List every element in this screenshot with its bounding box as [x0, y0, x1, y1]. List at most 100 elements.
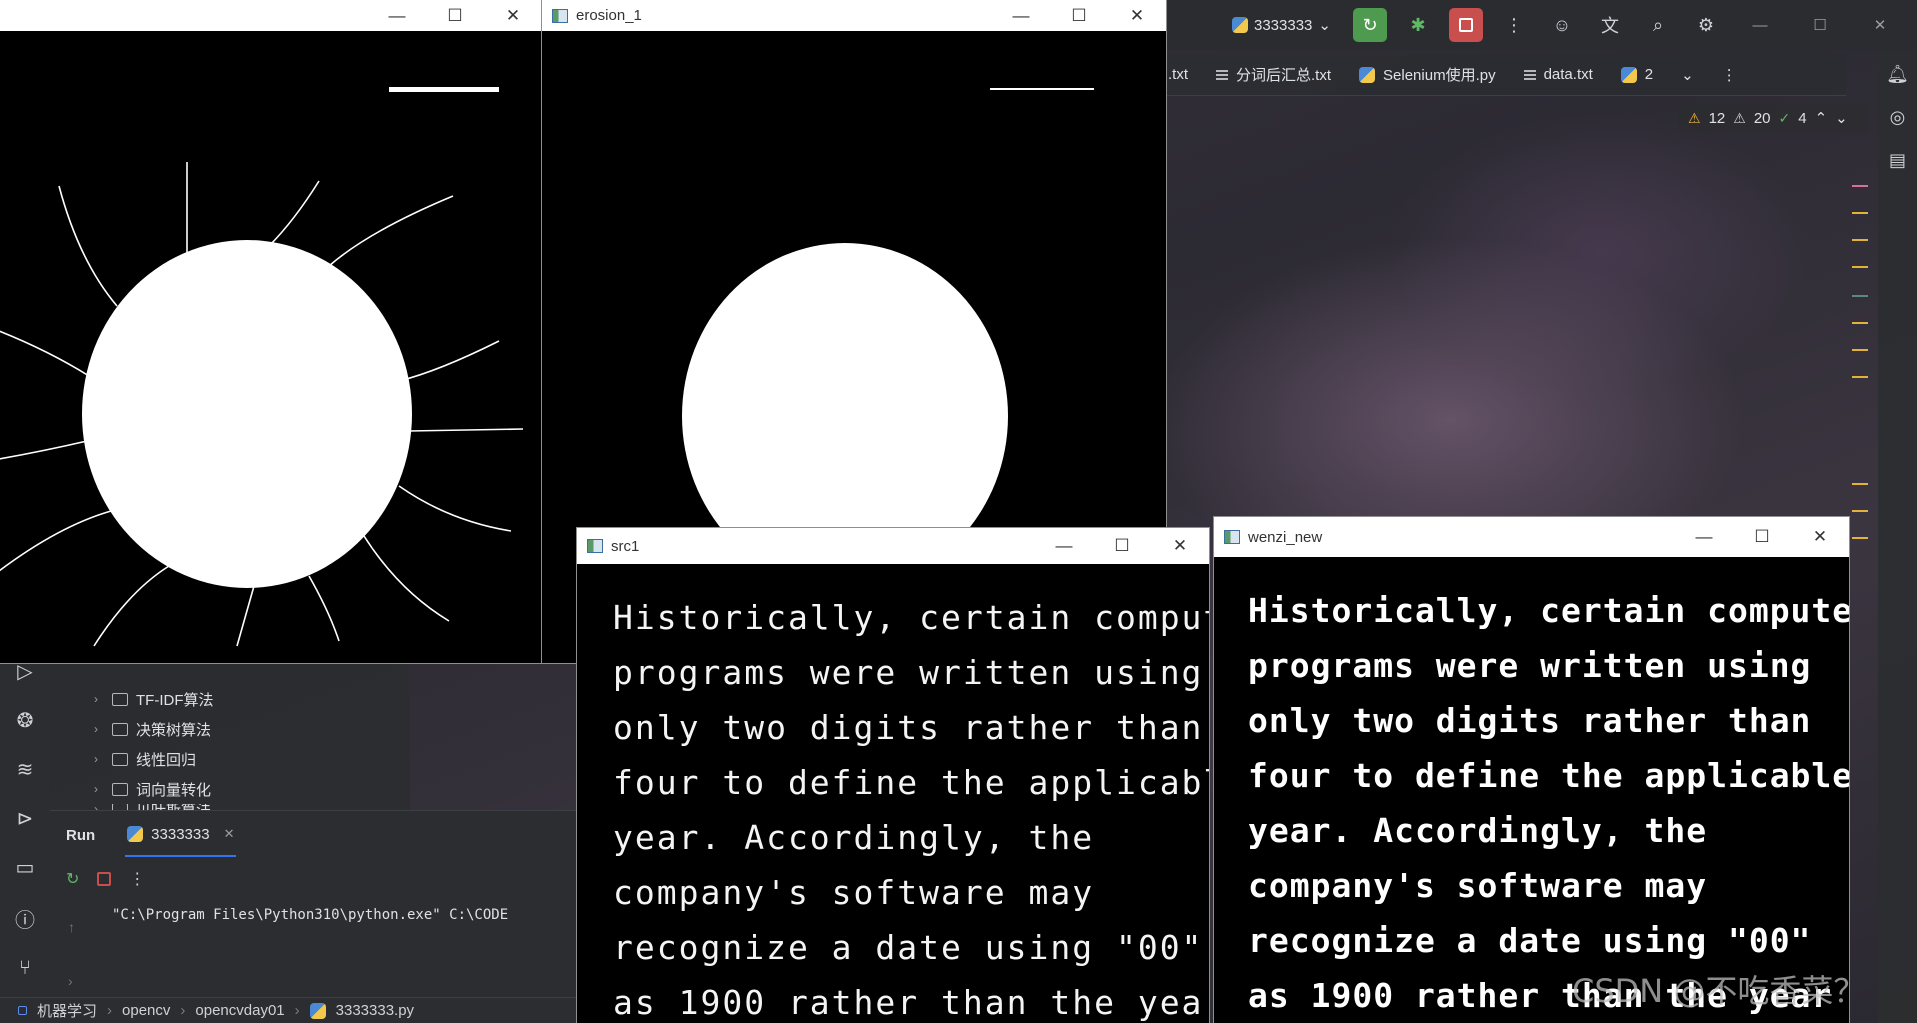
window-titlebar[interactable]: — ☐ ✕ [0, 0, 542, 31]
breadcrumb-item[interactable]: opencvday01 [195, 1002, 284, 1019]
minimize-button[interactable]: — [368, 6, 426, 26]
run-tool-window: Run 3333333 ✕ ↻ ⋮ "C:\Program Files\Pyth… [50, 810, 580, 1023]
sun-shapes-image [0, 87, 524, 647]
maximize-button[interactable]: ☐ [1050, 6, 1108, 26]
terminal-icon[interactable]: ▭ [16, 855, 35, 880]
more-options-icon[interactable]: ⋮ [129, 869, 145, 889]
close-button[interactable]: ✕ [1151, 536, 1209, 556]
maximize-button[interactable]: ☐ [426, 6, 484, 26]
text-line: recognize a date using "00" [1248, 921, 1812, 960]
window-titlebar[interactable]: erosion_1 — ☐ ✕ [542, 0, 1166, 31]
noise-line [398, 340, 500, 382]
breadcrumb-item[interactable]: 机器学习 [37, 1000, 97, 1021]
error-stripe-mark[interactable] [1852, 212, 1868, 214]
breadcrumb-item[interactable]: opencv [122, 1002, 170, 1019]
run-config-label: 3333333 [1254, 16, 1313, 34]
maximize-button[interactable]: ☐ [1733, 527, 1791, 547]
settings-icon[interactable]: ⚙ [1689, 8, 1723, 42]
noise-line [0, 330, 90, 377]
error-stripe-mark[interactable] [1852, 266, 1868, 268]
breadcrumb-item[interactable]: 3333333.py [336, 1002, 414, 1019]
image-canvas: Historically, certain computer programs … [1214, 557, 1849, 1023]
error-stripe-mark[interactable] [1852, 295, 1868, 297]
error-stripe-mark[interactable] [1852, 510, 1868, 512]
minimize-button[interactable]: — [1035, 536, 1093, 556]
minimize-button[interactable]: — [992, 6, 1050, 26]
editor-tab[interactable]: .txt [1168, 66, 1188, 83]
close-tab-icon[interactable]: ✕ [224, 826, 235, 842]
layers-icon[interactable]: ≋ [17, 757, 34, 782]
close-button[interactable]: ✕ [1791, 527, 1849, 547]
debug-icon[interactable]: ✱ [1401, 8, 1435, 42]
text-line: four to define the applicable [1248, 756, 1850, 795]
opencv-window-source-shapes[interactable]: — ☐ ✕ [0, 0, 543, 664]
close-button[interactable]: ✕ [484, 6, 542, 26]
tree-folder[interactable]: › 决策树算法 [50, 714, 410, 744]
python-console-icon[interactable]: ❂ [17, 708, 34, 733]
tab-label: data.txt [1543, 66, 1593, 83]
close-button[interactable]: ✕ [1108, 6, 1166, 26]
tab-more-icon[interactable]: ⋮ [1722, 66, 1737, 84]
ide-close-button[interactable]: ✕ [1857, 16, 1903, 34]
run-tab-label: 3333333 [151, 825, 210, 843]
minimize-button[interactable]: — [1675, 527, 1733, 547]
problems-icon[interactable]: ⓘ [15, 904, 35, 933]
error-stripe-mark[interactable] [1852, 483, 1868, 485]
editor-tab-bar: .txt 分词后汇总.txt Selenium使用.py data.txt 2 … [1166, 54, 1846, 96]
eroded-bar-shape [990, 88, 1094, 90]
error-stripe-mark[interactable] [1852, 537, 1868, 539]
database-icon[interactable]: ▤ [1889, 150, 1906, 171]
tree-folder[interactable]: › 线性回归 [50, 744, 410, 774]
error-stripe-mark[interactable] [1852, 349, 1868, 351]
opencv-app-icon [1224, 530, 1240, 544]
run-tab[interactable]: 3333333 ✕ [125, 814, 237, 857]
add-user-icon[interactable]: ☺ [1545, 8, 1579, 42]
tab-overflow-chevron-icon[interactable]: ⌄ [1681, 66, 1694, 84]
text-line: four to define the applicable [613, 763, 1210, 802]
ai-assistant-icon[interactable]: ◎ [1890, 107, 1906, 128]
notifications-icon[interactable]: 🔔︎ [1886, 64, 1909, 85]
tree-folder[interactable]: › TF-IDF算法 [50, 684, 410, 714]
run-configuration-selector[interactable]: 3333333 ⌄ [1224, 12, 1339, 38]
right-tool-strip: 🔔︎ ◎ ▤ [1878, 50, 1917, 1023]
editor-tab[interactable]: Selenium使用.py [1359, 64, 1496, 85]
module-icon [18, 1006, 27, 1015]
typo-count: 4 [1798, 109, 1807, 127]
scroll-up-icon[interactable]: ↑ [68, 919, 75, 935]
ide-restore-button[interactable]: ☐ [1797, 16, 1843, 34]
noise-line [236, 585, 255, 647]
inspection-widget[interactable]: ⚠ 12 ⚠ 20 ✓ 4 ⌃ ⌄ [1678, 104, 1868, 132]
search-icon[interactable]: ⌕ [1641, 8, 1675, 42]
more-options-icon[interactable]: ⋮ [1497, 8, 1531, 42]
noise-line [0, 510, 112, 572]
window-titlebar[interactable]: src1 — ☐ ✕ [577, 528, 1209, 564]
stop-icon[interactable] [97, 872, 112, 886]
ide-minimize-button[interactable]: — [1737, 17, 1783, 34]
image-canvas [0, 31, 542, 663]
rerun-icon[interactable]: ↻ [1352, 8, 1387, 42]
editor-tab[interactable]: data.txt [1523, 66, 1593, 83]
folder-label: 决策树算法 [136, 721, 212, 739]
translate-icon[interactable]: 文 [1593, 8, 1627, 42]
editor-tab[interactable]: 2 [1620, 66, 1653, 83]
opencv-window-src1[interactable]: src1 — ☐ ✕ Historically, certain compute… [576, 527, 1210, 1023]
text-line: programs were written using [613, 653, 1204, 692]
next-highlight-icon[interactable]: ⌄ [1835, 109, 1848, 127]
noise-line [268, 180, 320, 247]
error-stripe-mark[interactable] [1852, 322, 1868, 324]
services-icon[interactable]: ⊳ [17, 806, 34, 831]
opencv-window-wenzi-new[interactable]: wenzi_new — ☐ ✕ Historically, certain co… [1213, 516, 1850, 1023]
window-titlebar[interactable]: wenzi_new — ☐ ✕ [1214, 517, 1849, 557]
rerun-icon[interactable]: ↻ [66, 869, 79, 889]
error-stripe-mark[interactable] [1852, 185, 1868, 187]
error-stripe-mark[interactable] [1852, 239, 1868, 241]
tree-folder[interactable]: › 词向量转化 [50, 774, 410, 804]
error-stripe-mark[interactable] [1852, 376, 1868, 378]
previous-highlight-icon[interactable]: ⌃ [1815, 109, 1828, 127]
maximize-button[interactable]: ☐ [1093, 536, 1151, 556]
git-icon[interactable]: ⑂ [19, 957, 31, 980]
expand-icon[interactable]: › [68, 973, 75, 989]
folder-icon [112, 752, 128, 766]
stop-button[interactable] [1448, 8, 1483, 42]
editor-tab[interactable]: 分词后汇总.txt [1216, 64, 1331, 85]
